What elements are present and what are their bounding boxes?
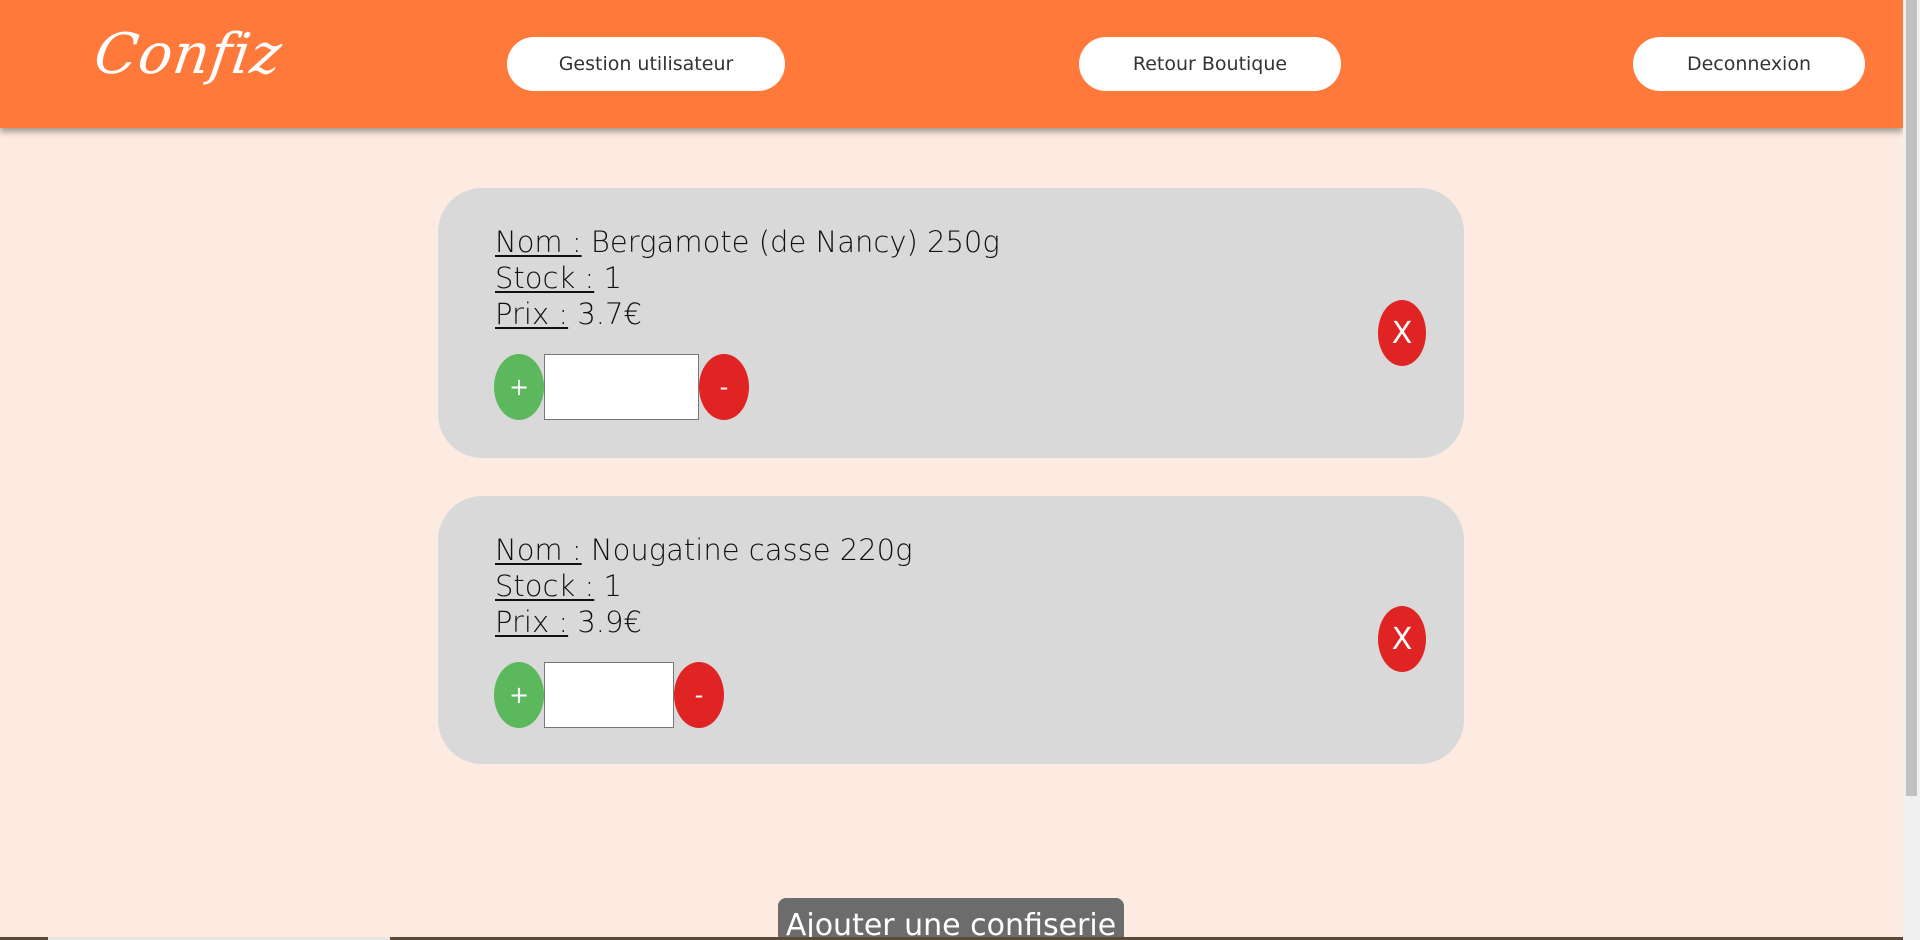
quantity-input[interactable] [544,662,674,728]
decrease-stock-button[interactable]: - [674,662,724,728]
product-card: Nom : Nougatine casse 220g Stock : 1 Pri… [438,496,1464,764]
product-stock: 1 [603,261,622,295]
product-card: Nom : Bergamote (de Nancy) 250g Stock : … [438,188,1464,458]
page: Confiz Gestion utilisateur Retour Boutiq… [0,0,1903,940]
increase-stock-button[interactable]: + [494,354,544,420]
delete-product-button[interactable]: X [1378,606,1426,672]
decrease-stock-button[interactable]: - [699,354,749,420]
logout-button[interactable]: Deconnexion [1633,37,1865,91]
vertical-scrollbar[interactable] [1903,0,1920,940]
scrollbar-thumb[interactable] [1906,0,1917,796]
product-stock-row: Stock : 1 [495,260,622,296]
logo[interactable]: Confiz [90,22,286,87]
price-label: Prix : [495,297,569,331]
product-name-row: Nom : Nougatine casse 220g [495,532,913,568]
delete-product-button[interactable]: X [1378,300,1426,366]
product-name: Bergamote (de Nancy) 250g [590,225,1000,259]
back-to-shop-button[interactable]: Retour Boutique [1079,37,1341,91]
product-stock-row: Stock : 1 [495,568,622,604]
product-stock: 1 [603,569,622,603]
product-price: 3.9€ [577,605,642,639]
add-confectionery-button[interactable]: Ajouter une confiserie [778,898,1124,940]
product-name: Nougatine casse 220g [590,533,913,567]
product-price-row: Prix : 3.7€ [495,296,642,332]
increase-stock-button[interactable]: + [494,662,544,728]
product-price: 3.7€ [577,297,642,331]
name-label: Nom : [495,533,582,567]
product-name-row: Nom : Bergamote (de Nancy) 250g [495,224,1000,260]
stock-label: Stock : [495,569,595,603]
name-label: Nom : [495,225,582,259]
product-price-row: Prix : 3.9€ [495,604,642,640]
stock-label: Stock : [495,261,595,295]
user-management-button[interactable]: Gestion utilisateur [507,37,785,91]
quantity-input[interactable] [544,354,699,420]
price-label: Prix : [495,605,569,639]
top-bar: Confiz Gestion utilisateur Retour Boutiq… [0,0,1903,128]
